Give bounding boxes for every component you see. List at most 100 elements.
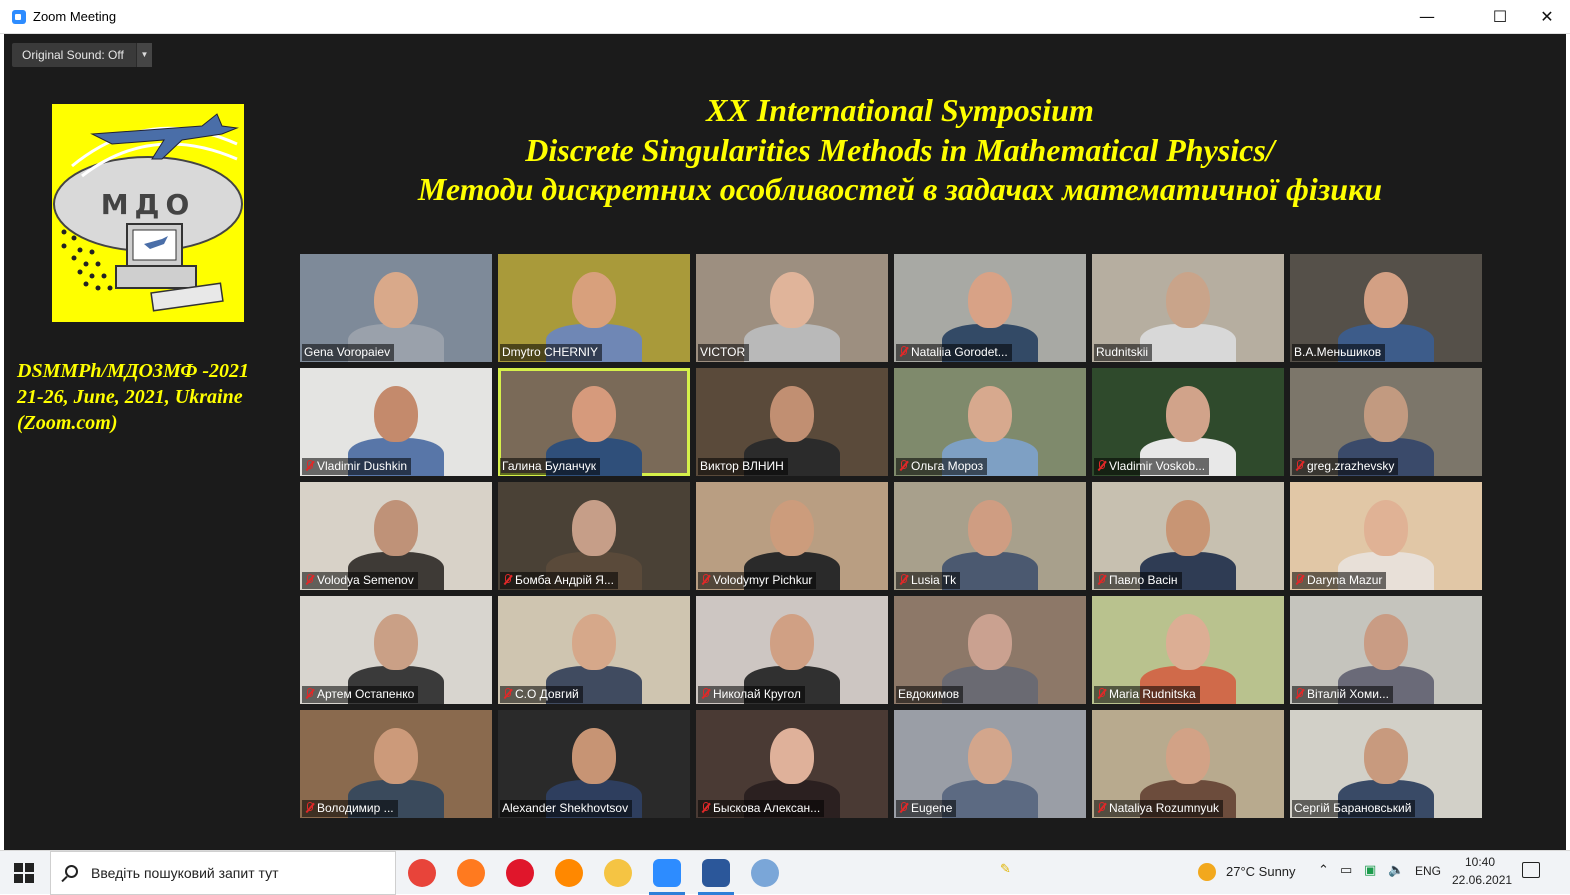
- participant-name: С.О Довгий: [515, 687, 579, 701]
- taskbar-search-input[interactable]: Введіть пошуковий запит тут: [50, 851, 396, 895]
- participant-tile[interactable]: Lusia Tk: [894, 482, 1086, 590]
- participant-tile[interactable]: Daryna Mazur: [1290, 482, 1482, 590]
- participant-tile[interactable]: Николай Кругол: [696, 596, 888, 704]
- participant-tile[interactable]: Volodya Semenov: [300, 482, 492, 590]
- participant-name: Николай Кругол: [713, 687, 801, 701]
- logo-graphic: МДО: [53, 113, 243, 312]
- participant-video-face: [374, 500, 418, 556]
- original-sound-dropdown-arrow[interactable]: ▼: [136, 43, 152, 67]
- participant-nameplate: С.О Довгий: [500, 686, 583, 703]
- participant-nameplate: Maria Rudnitska: [1094, 686, 1200, 703]
- participant-name: Бомба Андрій Я...: [515, 573, 614, 587]
- muted-mic-icon: [502, 688, 512, 699]
- participant-video-body: [744, 324, 840, 362]
- clock-time[interactable]: 10:40: [1452, 855, 1508, 869]
- conference-logo: МДО: [52, 104, 244, 322]
- participant-tile[interactable]: Сергій Барановський: [1290, 710, 1482, 818]
- original-sound-button[interactable]: Original Sound: Off: [12, 43, 136, 67]
- muted-mic-icon: [304, 460, 314, 471]
- windows-start-icon[interactable]: [14, 863, 34, 883]
- participant-nameplate: Бомба Андрій Я...: [500, 572, 618, 589]
- participant-nameplate: greg.zrazhevsky: [1292, 458, 1399, 475]
- participant-tile[interactable]: Виктор ВЛНИН: [696, 368, 888, 476]
- participant-nameplate: Ольга Мороз: [896, 458, 988, 475]
- participant-video-face: [1364, 386, 1408, 442]
- vlc-icon[interactable]: [555, 859, 583, 887]
- participant-tile[interactable]: Rudnitskii: [1092, 254, 1284, 362]
- muted-mic-icon: [1294, 688, 1304, 699]
- participant-tile[interactable]: Volodymyr Pichkur: [696, 482, 888, 590]
- chevron-up-icon[interactable]: ⌃: [1318, 863, 1329, 878]
- participant-video-face: [1364, 272, 1408, 328]
- participant-tile[interactable]: Павло Васін: [1092, 482, 1284, 590]
- participant-video-body: [942, 780, 1038, 818]
- participant-tile[interactable]: Быскова Алексан...: [696, 710, 888, 818]
- participant-tile[interactable]: Володимир ...: [300, 710, 492, 818]
- participant-name: Dmytro CHERNIY: [502, 345, 599, 359]
- paint-icon[interactable]: [751, 859, 779, 887]
- weather-temp: 27°C: [1226, 864, 1256, 879]
- participant-nameplate: Alexander Shekhovtsov: [500, 800, 633, 817]
- participant-video-face: [770, 500, 814, 556]
- muted-mic-icon: [1294, 574, 1304, 585]
- participant-video-face: [572, 614, 616, 670]
- pen-icon[interactable]: ✎: [1000, 862, 1011, 877]
- participant-tile[interactable]: Галина Буланчук: [498, 368, 690, 476]
- app-tray-icon[interactable]: ▣: [1364, 863, 1376, 878]
- participant-name: Сергій Барановський: [1294, 801, 1412, 815]
- participant-video-face: [374, 272, 418, 328]
- maximize-button[interactable]: ☐: [1477, 0, 1523, 34]
- participant-name: Евдокимов: [898, 687, 960, 701]
- participant-tile[interactable]: Maria Rudnitska: [1092, 596, 1284, 704]
- participant-tile[interactable]: Dmytro CHERNIY: [498, 254, 690, 362]
- word-icon[interactable]: [702, 859, 730, 887]
- opera-icon[interactable]: [506, 859, 534, 887]
- participant-name: Nataliya Rozumnyuk: [1109, 801, 1220, 815]
- participant-tile[interactable]: Nataliya Rozumnyuk: [1092, 710, 1284, 818]
- close-button[interactable]: ✕: [1524, 0, 1570, 34]
- notification-icon[interactable]: [1522, 862, 1540, 878]
- participant-nameplate: Володимир ...: [302, 800, 398, 817]
- participant-video-face: [1166, 386, 1210, 442]
- participant-nameplate: Gena Voropaiev: [302, 344, 395, 361]
- participant-tile[interactable]: VICTOR: [696, 254, 888, 362]
- title-bar: Zoom Meeting — ☐ ✕: [0, 0, 1570, 34]
- language-indicator[interactable]: ENG: [1415, 864, 1441, 878]
- participant-tile[interactable]: Vladimir Voskob...: [1092, 368, 1284, 476]
- participant-nameplate: Виктор ВЛНИН: [698, 458, 788, 475]
- participant-nameplate: Павло Васін: [1094, 572, 1182, 589]
- conference-dates: 21-26, June, 2021, Ukraine: [17, 386, 243, 408]
- speaker-icon[interactable]: 🔈: [1388, 863, 1404, 878]
- participant-tile[interactable]: Евдокимов: [894, 596, 1086, 704]
- file-explorer-icon[interactable]: [604, 859, 632, 887]
- participant-tile[interactable]: Бомба Андрій Я...: [498, 482, 690, 590]
- participant-tile[interactable]: Alexander Shekhovtsov: [498, 710, 690, 818]
- battery-icon[interactable]: ▭: [1340, 863, 1352, 878]
- participant-tile[interactable]: С.О Довгий: [498, 596, 690, 704]
- participant-tile[interactable]: greg.zrazhevsky: [1290, 368, 1482, 476]
- weather-sun-icon[interactable]: [1198, 863, 1216, 881]
- participant-gallery: Gena Voropaiev Dmytro CHERNIY VICTOR Natali…: [300, 254, 1488, 838]
- participant-nameplate: Галина Буланчук: [500, 458, 600, 475]
- weather-widget[interactable]: 27°C Sunny: [1226, 864, 1296, 879]
- chrome-icon[interactable]: [408, 859, 436, 887]
- logo-text: МДО: [101, 188, 196, 221]
- participant-tile[interactable]: Gena Voropaiev: [300, 254, 492, 362]
- participant-tile[interactable]: Віталій Хоми...: [1290, 596, 1482, 704]
- clock-date[interactable]: 22.06.2021: [1452, 873, 1512, 887]
- muted-mic-icon: [700, 688, 710, 699]
- participant-tile[interactable]: В.А.Меньшиков: [1290, 254, 1482, 362]
- minimize-button[interactable]: —: [1404, 0, 1450, 34]
- participant-nameplate: В.А.Меньшиков: [1292, 344, 1386, 361]
- participant-tile[interactable]: Eugene: [894, 710, 1086, 818]
- participant-tile[interactable]: Nataliia Gorodet...: [894, 254, 1086, 362]
- participant-nameplate: Артем Остапенко: [302, 686, 419, 703]
- participant-nameplate: Быскова Алексан...: [698, 800, 825, 817]
- participant-tile[interactable]: Ольга Мороз: [894, 368, 1086, 476]
- zoom-window: Zoom Meeting — ☐ ✕ Original Sound: Off ▼…: [0, 0, 1570, 895]
- symposium-subtitle-ua: Методи дискретних особливостей в задачах…: [417, 171, 1383, 207]
- firefox-icon[interactable]: [457, 859, 485, 887]
- participant-tile[interactable]: Артем Остапенко: [300, 596, 492, 704]
- participant-tile[interactable]: Vladimir Dushkin: [300, 368, 492, 476]
- zoom-icon[interactable]: [653, 859, 681, 887]
